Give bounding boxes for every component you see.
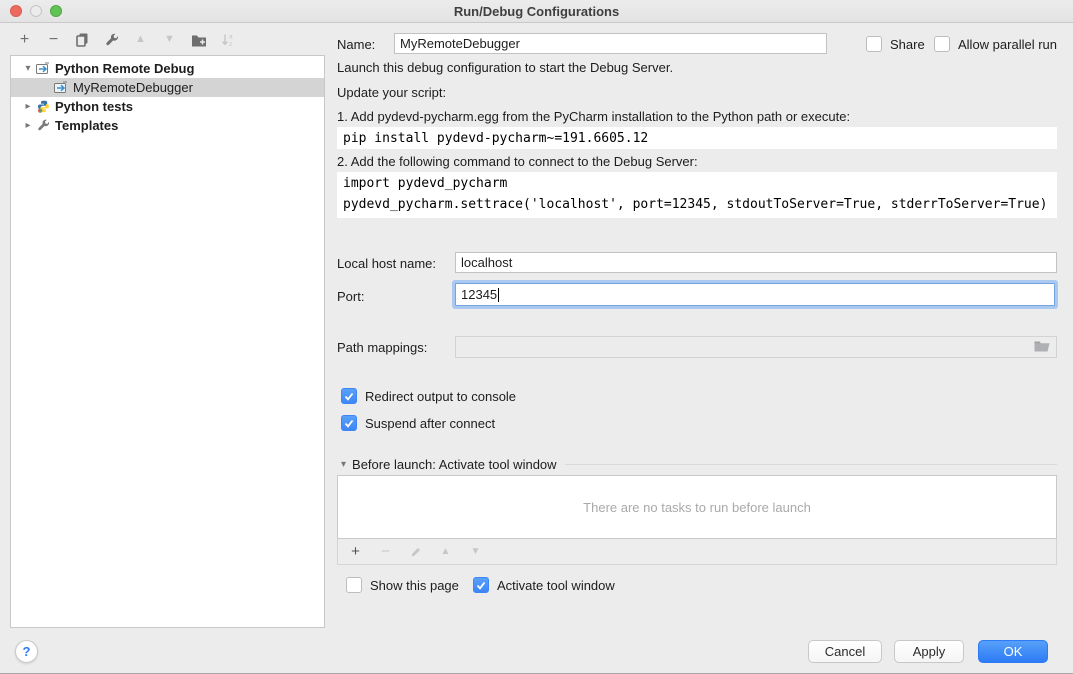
title-bar: Run/Debug Configurations — [0, 0, 1073, 23]
host-label: Local host name: — [337, 256, 436, 271]
apply-button[interactable]: Apply — [894, 640, 964, 663]
configurations-toolbar: + − ▲ ▼ az — [16, 31, 236, 48]
redirect-output-label: Redirect output to console — [365, 389, 516, 404]
intro-text: Launch this debug configuration to start… — [337, 60, 673, 75]
wrench-icon — [35, 119, 51, 132]
tree-item-python-remote-debug[interactable]: ▾ Python Remote Debug — [11, 59, 324, 78]
tree-item-myremotedebugger[interactable]: MyRemoteDebugger — [11, 78, 324, 97]
task-list-toolbar: + − ▲ ▼ — [337, 539, 1057, 565]
share-label: Share — [890, 37, 925, 52]
no-tasks-placeholder: There are no tasks to run before launch — [583, 500, 811, 515]
help-button[interactable]: ? — [15, 640, 38, 663]
tree-item-templates[interactable]: ▸ Templates — [11, 116, 324, 135]
update-script-text: Update your script: — [337, 85, 446, 100]
code-line-1: import pydevd_pycharm — [343, 176, 507, 191]
port-value: 12345 — [461, 287, 497, 302]
move-task-up-icon: ▲ — [437, 543, 454, 560]
suspend-after-connect-label: Suspend after connect — [365, 416, 495, 431]
chevron-down-icon[interactable]: ▾ — [21, 63, 35, 74]
chevron-right-icon[interactable]: ▸ — [21, 120, 35, 131]
new-folder-icon[interactable] — [190, 31, 207, 48]
before-launch-section-header[interactable]: ▾ Before launch: Activate tool window — [341, 457, 1057, 472]
zoom-window-button[interactable] — [50, 5, 62, 17]
collapse-triangle-icon[interactable]: ▾ — [341, 459, 346, 470]
cancel-button[interactable]: Cancel — [808, 640, 882, 663]
configurations-tree: ▾ Python Remote Debug MyRemoteDebugger ▸… — [10, 55, 325, 628]
before-launch-title: Before launch: Activate tool window — [352, 457, 557, 472]
window-title: Run/Debug Configurations — [454, 4, 619, 19]
edit-templates-icon[interactable] — [103, 31, 120, 48]
run-debug-configurations-dialog: Run/Debug Configurations + − ▲ ▼ az ▾ Py… — [0, 0, 1073, 674]
name-input[interactable] — [394, 33, 827, 54]
move-task-down-icon: ▼ — [467, 543, 484, 560]
copy-configuration-icon[interactable] — [74, 31, 91, 48]
step2-text: 2. Add the following command to connect … — [337, 154, 698, 169]
share-checkbox[interactable] — [866, 36, 882, 52]
pip-command-code: pip install pydevd-pycharm~=191.6605.12 — [337, 127, 1057, 149]
python-tests-icon — [35, 100, 51, 113]
activate-tool-window-row[interactable]: Activate tool window — [473, 577, 615, 593]
traffic-lights — [10, 5, 62, 17]
allow-parallel-run-checkbox[interactable] — [934, 36, 950, 52]
step1-text: 1. Add pydevd-pycharm.egg from the PyCha… — [337, 109, 850, 124]
sort-configurations-icon: az — [219, 31, 236, 48]
minimize-window-button — [30, 5, 42, 17]
move-up-icon: ▲ — [132, 31, 149, 48]
tree-item-label: MyRemoteDebugger — [73, 80, 193, 95]
remove-configuration-icon[interactable]: − — [45, 31, 62, 48]
add-task-icon[interactable]: + — [347, 543, 364, 560]
tree-item-python-tests[interactable]: ▸ Python tests — [11, 97, 324, 116]
local-host-name-input[interactable] — [455, 252, 1057, 273]
port-label: Port: — [337, 289, 364, 304]
path-mappings-label: Path mappings: — [337, 340, 427, 355]
show-this-page-checkbox[interactable] — [346, 577, 362, 593]
before-launch-task-list[interactable]: There are no tasks to run before launch — [337, 475, 1057, 539]
redirect-output-row[interactable]: Redirect output to console — [341, 388, 516, 404]
tree-item-label: Python tests — [55, 99, 133, 114]
port-input[interactable]: 12345 — [455, 283, 1055, 306]
activate-tool-window-checkbox[interactable] — [473, 577, 489, 593]
suspend-after-connect-row[interactable]: Suspend after connect — [341, 415, 495, 431]
activate-tool-window-label: Activate tool window — [497, 578, 615, 593]
browse-folder-icon[interactable] — [1034, 340, 1050, 355]
remote-debug-icon — [53, 81, 69, 94]
text-caret — [498, 288, 499, 302]
suspend-after-connect-checkbox[interactable] — [341, 415, 357, 431]
tree-item-label: Python Remote Debug — [55, 61, 194, 76]
redirect-output-checkbox[interactable] — [341, 388, 357, 404]
share-checkbox-row[interactable]: Share — [866, 36, 925, 52]
svg-text:a: a — [229, 33, 233, 40]
code-line-2: pydevd_pycharm.settrace('localhost', por… — [343, 197, 1047, 212]
move-down-icon: ▼ — [161, 31, 178, 48]
section-divider — [565, 464, 1057, 465]
edit-task-icon — [407, 543, 424, 560]
close-window-button[interactable] — [10, 5, 22, 17]
remote-debug-icon — [35, 62, 51, 75]
tree-item-label: Templates — [55, 118, 118, 133]
allow-parallel-run-label: Allow parallel run — [958, 37, 1057, 52]
chevron-right-icon[interactable]: ▸ — [21, 101, 35, 112]
parallel-checkbox-row[interactable]: Allow parallel run — [934, 36, 1057, 52]
path-mappings-field — [455, 336, 1057, 358]
name-label: Name: — [337, 37, 375, 52]
remove-task-icon: − — [377, 543, 394, 560]
add-configuration-icon[interactable]: + — [16, 31, 33, 48]
ok-button[interactable]: OK — [978, 640, 1048, 663]
svg-text:z: z — [229, 41, 232, 47]
show-this-page-label: Show this page — [370, 578, 459, 593]
settrace-code-block: import pydevd_pycharm pydevd_pycharm.sett… — [337, 172, 1057, 218]
show-this-page-row[interactable]: Show this page — [346, 577, 459, 593]
